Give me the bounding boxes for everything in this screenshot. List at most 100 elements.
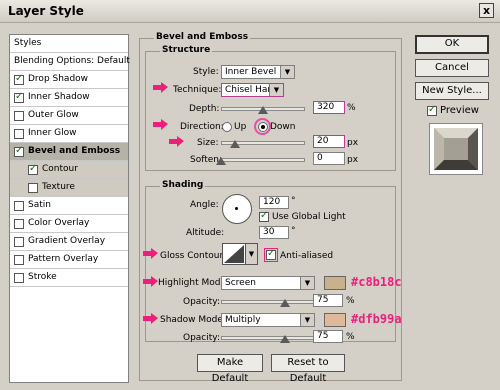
technique-select[interactable]: Chisel Hard ▼ [221,83,284,97]
highlight-opacity-label: Opacity: [183,297,220,307]
soften-field[interactable]: 0 [313,152,345,165]
structure-title: Structure [160,45,213,55]
checkmark-icon: ✓ [428,104,437,115]
preview-label: Preview [440,105,479,116]
pattern-overlay-checkbox[interactable] [14,255,24,265]
stroke-checkbox[interactable] [14,273,24,283]
altitude-field[interactable]: 30 [259,226,289,239]
chevron-down-icon[interactable]: ▼ [246,243,258,265]
highlight-color-swatch[interactable] [324,276,346,290]
shadow-mode-value: Multiply [225,315,261,325]
cancel-button[interactable]: Cancel [415,59,489,77]
highlight-mode-select[interactable]: Screen ▼ [221,276,315,290]
size-slider-knob[interactable] [230,140,240,148]
gloss-contour-label: Gloss Contour: [160,251,227,261]
outer-glow-label: Outer Glow [28,110,79,120]
depth-field[interactable]: 320 [313,101,345,114]
chevron-down-icon: ▼ [269,84,283,96]
style-select[interactable]: Inner Bevel ▼ [221,65,295,79]
shadow-mode-select[interactable]: Multiply ▼ [221,313,315,327]
styles-list: Styles Blending Options: Default ✓ Drop S… [9,34,130,383]
bevel-emboss-title: Bevel and Emboss [154,32,251,42]
angle-dial[interactable] [222,194,252,224]
blending-options-label: Blending Options: Default [14,56,130,66]
make-default-button[interactable]: Make Default [197,354,263,384]
style-item-stroke[interactable]: Stroke [10,269,128,287]
shadow-opacity-slider[interactable] [221,336,315,340]
style-item-drop-shadow[interactable]: ✓ Drop Shadow [10,71,128,89]
style-item-inner-glow[interactable]: Inner Glow [10,125,128,143]
pattern-overlay-label: Pattern Overlay [28,254,99,264]
highlight-opacity-knob[interactable] [280,299,290,307]
highlight-hex-annotation: #c8b18c [351,275,402,289]
stroke-label: Stroke [28,272,57,282]
bevel-preview-icon [434,128,478,170]
global-light-checkbox[interactable]: ✓ [259,210,269,222]
satin-checkbox[interactable] [14,201,24,211]
anti-aliased-checkbox[interactable]: ✓ [266,248,276,260]
ok-button[interactable]: OK [415,35,489,54]
contour-checkbox[interactable]: ✓ [28,163,38,175]
shadow-opacity-knob[interactable] [280,335,290,343]
inner-glow-checkbox[interactable] [14,129,24,139]
style-item-bevel-emboss[interactable]: ✓ Bevel and Emboss [10,143,128,161]
layer-style-dialog: Layer Style x Styles Blending Options: D… [0,0,500,390]
gradient-overlay-label: Gradient Overlay [28,236,106,246]
gradient-overlay-checkbox[interactable] [14,237,24,247]
direction-up-radio[interactable] [222,122,232,132]
preview-checkbox[interactable]: ✓ [427,104,437,116]
style-item-color-overlay[interactable]: Color Overlay [10,215,128,233]
style-item-pattern-overlay[interactable]: Pattern Overlay [10,251,128,269]
global-light-label: Use Global Light [272,212,346,222]
depth-label: Depth: [189,104,220,114]
angle-dial-center-icon [235,207,238,210]
style-item-inner-shadow[interactable]: ✓ Inner Shadow [10,89,128,107]
shadow-opacity-label: Opacity: [183,333,220,343]
styles-label: Styles [14,38,42,48]
shading-title: Shading [160,180,206,190]
drop-shadow-checkbox[interactable]: ✓ [14,73,24,85]
shadow-color-swatch[interactable] [324,313,346,327]
gloss-contour-preview[interactable] [222,243,246,265]
texture-checkbox[interactable] [28,183,38,193]
direction-down-label: Down [270,122,296,132]
direction-label: Direction: [180,122,224,132]
style-item-gradient-overlay[interactable]: Gradient Overlay [10,233,128,251]
soften-slider-knob[interactable] [216,157,226,165]
technique-label: Technique: [173,85,222,95]
shadow-opacity-value: 75 [317,331,329,341]
shadow-opacity-field[interactable]: 75 [313,330,343,343]
size-field[interactable]: 20 [313,135,345,148]
inner-shadow-checkbox[interactable]: ✓ [14,91,24,103]
depth-slider-knob[interactable] [258,106,268,114]
color-overlay-label: Color Overlay [28,218,90,228]
satin-label: Satin [28,200,51,210]
texture-label: Texture [42,182,75,192]
highlight-mode-label: Highlight Mode: [158,278,230,288]
angle-field[interactable]: 120 [259,196,289,209]
altitude-value: 30 [263,227,275,237]
highlight-opacity-value: 75 [317,295,329,305]
chevron-down-icon: ▼ [300,314,314,326]
color-overlay-checkbox[interactable] [14,219,24,229]
style-item-outer-glow[interactable]: Outer Glow [10,107,128,125]
style-item-texture[interactable]: Texture [10,179,128,197]
style-item-contour[interactable]: ✓ Contour [10,161,128,179]
blending-options-item[interactable]: Blending Options: Default [10,53,130,71]
dialog-title: Layer Style [8,4,84,18]
bevel-emboss-checkbox[interactable]: ✓ [14,145,24,157]
direction-down-radio[interactable] [258,122,268,132]
style-item-satin[interactable]: Satin [10,197,128,215]
highlight-opacity-field[interactable]: 75 [313,294,343,307]
angle-value: 120 [263,197,281,207]
reset-to-default-button[interactable]: Reset to Default [271,354,345,384]
preview-thumbnail [429,123,483,175]
size-unit: px [347,138,359,148]
new-style-button[interactable]: New Style... [415,82,489,100]
contour-label: Contour [42,164,78,174]
soften-slider[interactable] [221,158,305,162]
outer-glow-checkbox[interactable] [14,111,24,121]
styles-header[interactable]: Styles [10,35,128,53]
close-icon[interactable]: x [479,3,494,18]
highlight-opacity-slider[interactable] [221,300,315,304]
